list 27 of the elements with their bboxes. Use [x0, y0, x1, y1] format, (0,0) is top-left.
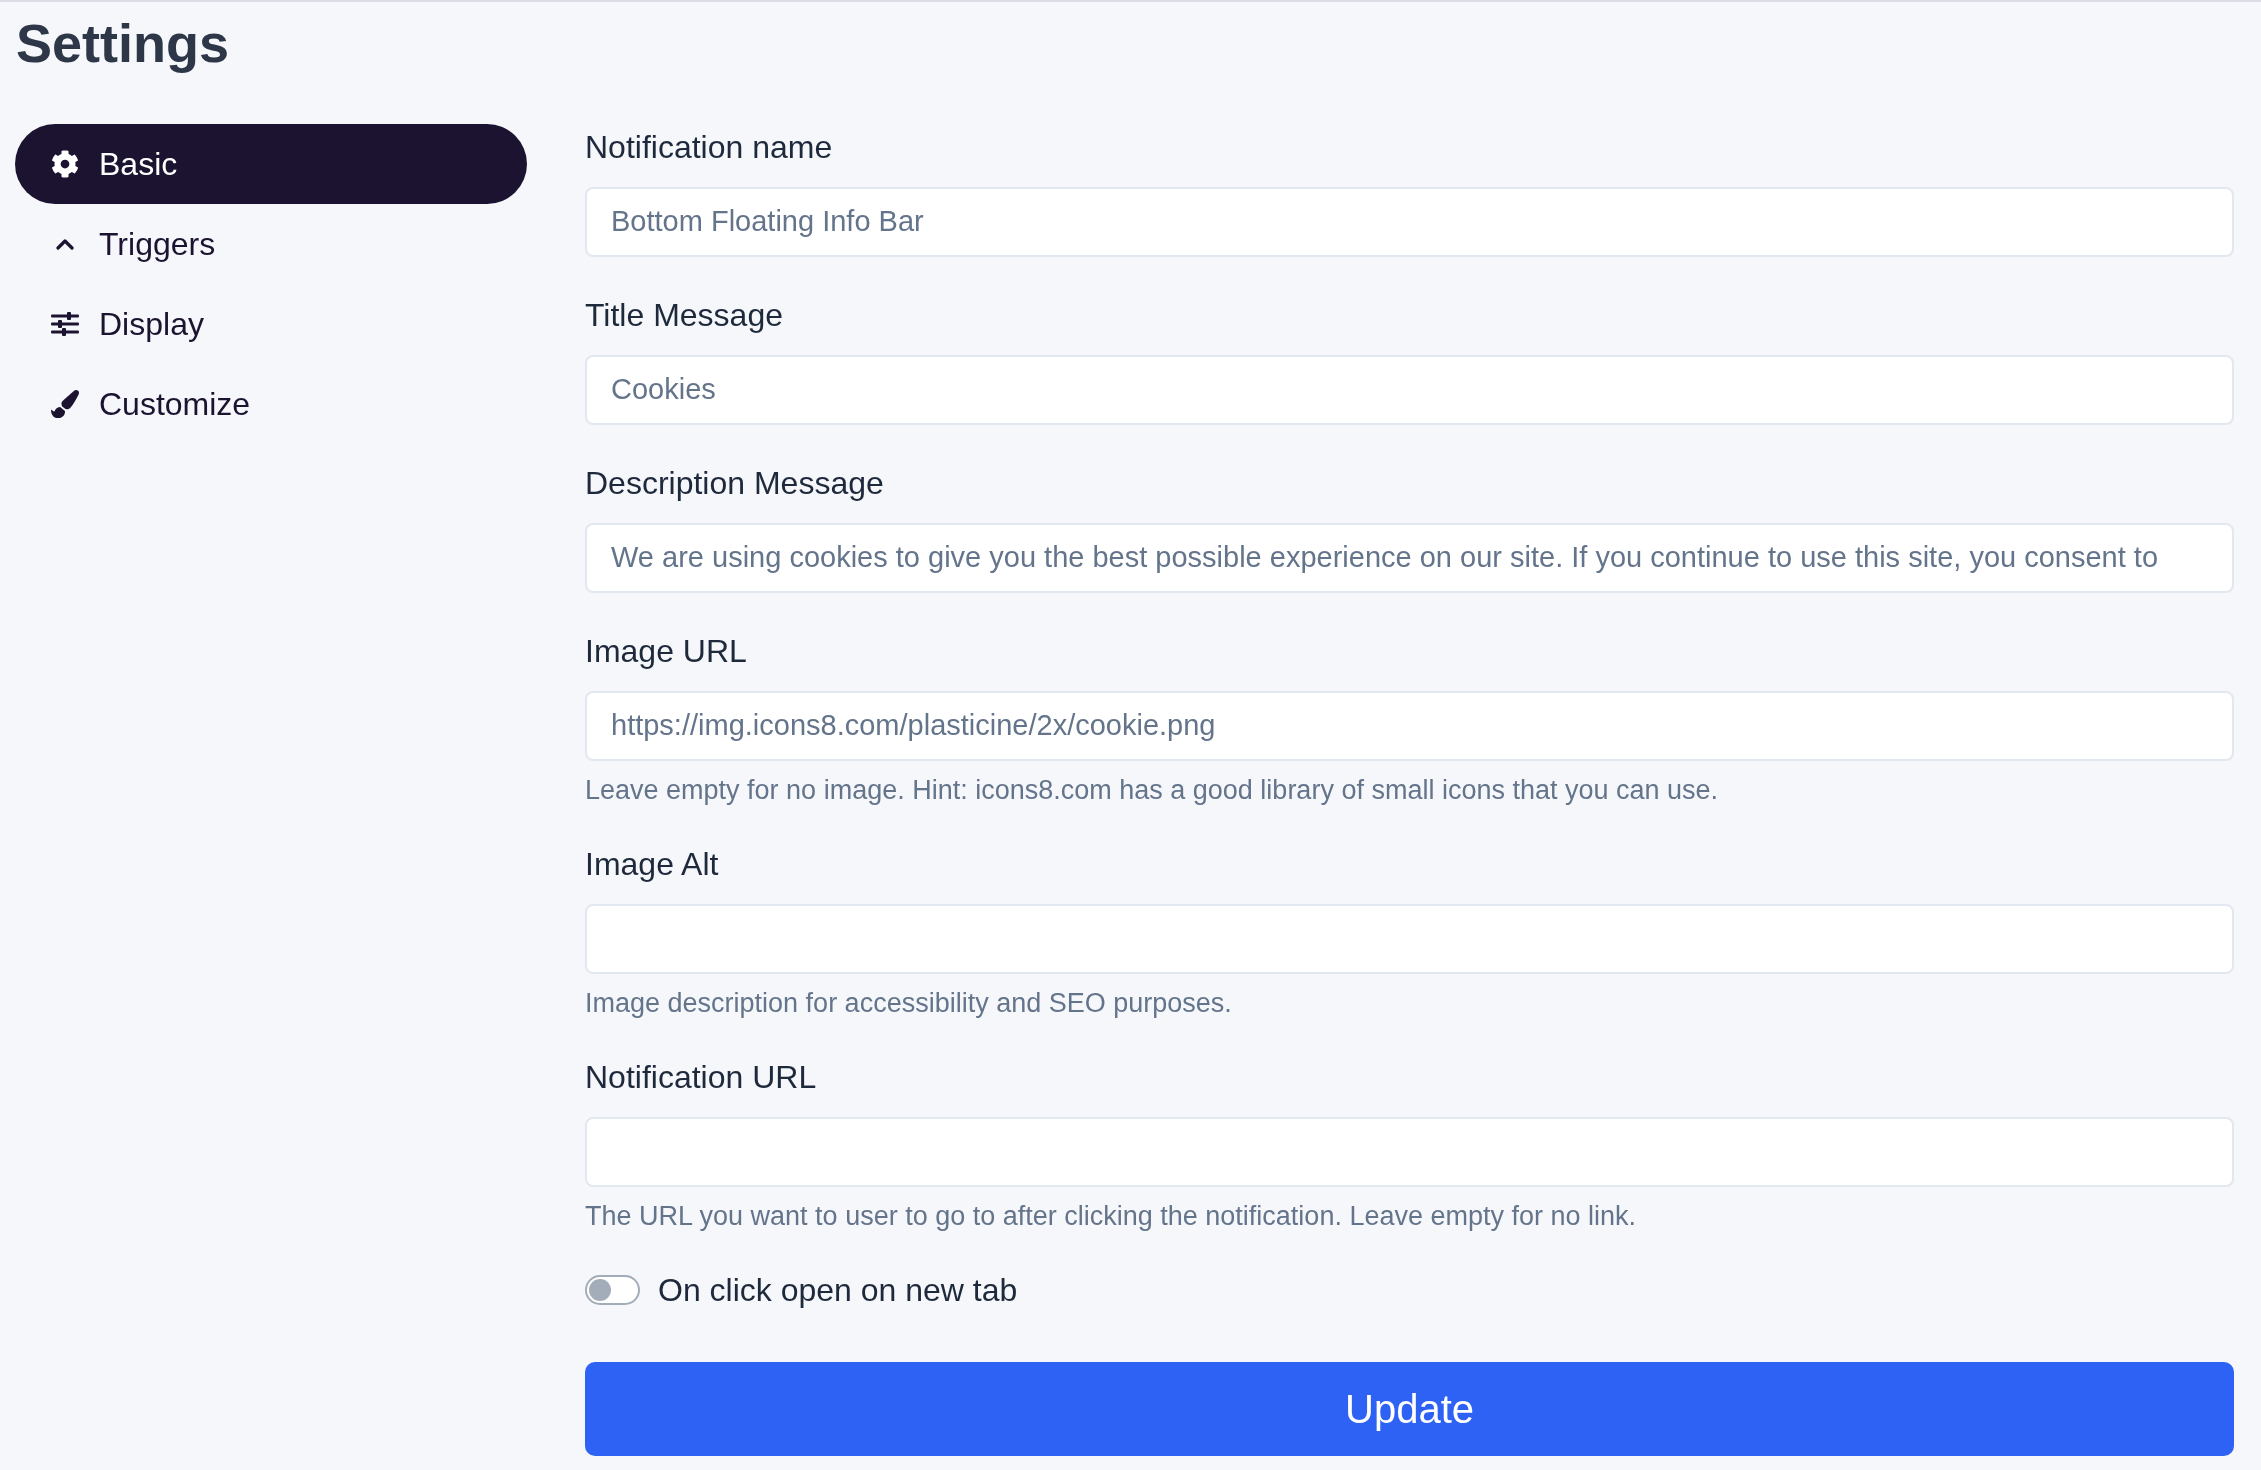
sidebar-item[interactable]: Customize [51, 384, 251, 424]
gear-icon [51, 150, 79, 178]
field-label: Image URL [585, 632, 747, 671]
field-label: Image Alt [585, 845, 719, 884]
toggle-switch[interactable] [585, 1275, 640, 1305]
text-field[interactable]: Bottom Floating Info Bar [585, 187, 2234, 257]
sidebar-item[interactable]: Display [51, 304, 204, 344]
field-label: Description Message [585, 464, 884, 503]
sliders-icon [51, 312, 79, 336]
page-title: Settings [16, 12, 230, 75]
help-text: The URL you want to user to go to after clicking the notification. Leave empty for no link. [585, 1200, 1637, 1232]
paintbrush-icon [51, 390, 79, 418]
toggle-label: On click open on new tab [658, 1271, 1018, 1310]
sidebar-item[interactable]: Triggers [51, 224, 216, 264]
text-field[interactable]: We are using cookies to give you the best possible experience on our site. If you continue to use this site, you consent to [585, 523, 2234, 593]
help-text: Image description for accessibility and SEO purposes. [585, 987, 1232, 1019]
text-field[interactable] [585, 1117, 2234, 1187]
sidebar-item[interactable]: Basic [15, 124, 527, 204]
field-label: Notification URL [585, 1058, 817, 1097]
field-label: Notification name [585, 128, 833, 167]
text-field[interactable]: https://img.icons8.com/plasticine/2x/cookie.png [585, 691, 2234, 761]
text-field[interactable]: Cookies [585, 355, 2234, 425]
help-text: Leave empty for no image. Hint: icons8.com has a good library of small icons that you can use. [585, 774, 1719, 806]
text-field[interactable] [585, 904, 2234, 974]
field-label: Title Message [585, 296, 783, 335]
update-button[interactable]: Update [585, 1362, 2234, 1456]
chevron-up-icon [56, 238, 74, 250]
